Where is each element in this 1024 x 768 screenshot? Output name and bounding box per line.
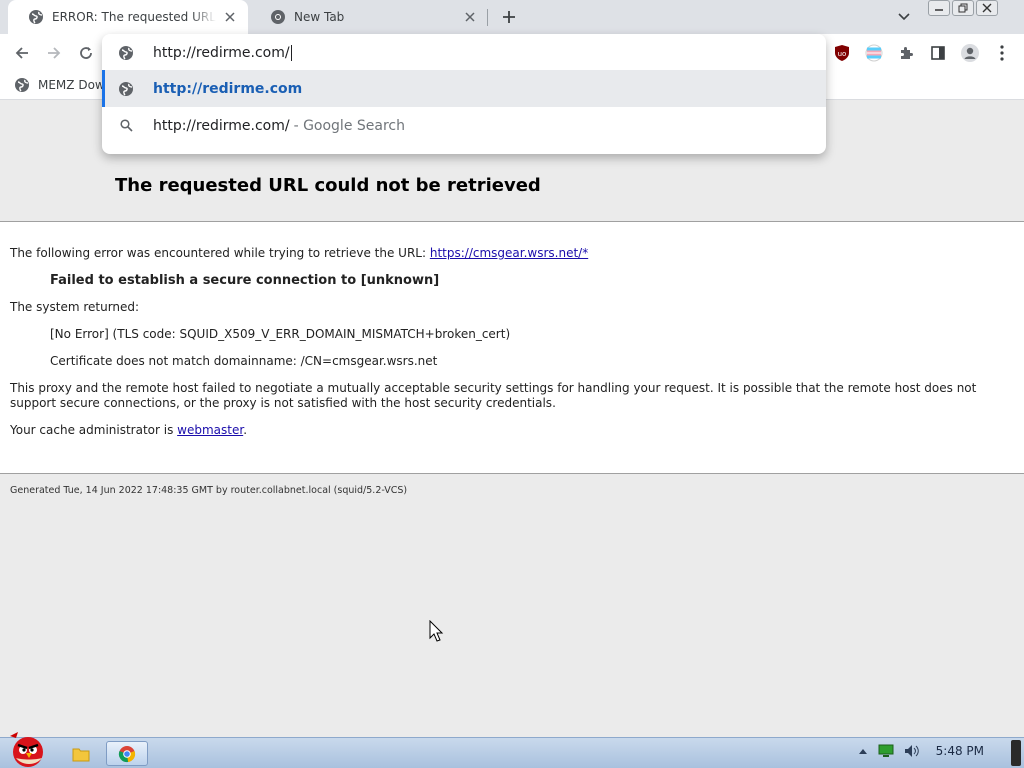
system-tray: 5:48 PM	[858, 744, 984, 758]
generated-footer: Generated Tue, 14 Jun 2022 17:48:35 GMT …	[10, 485, 408, 496]
arrow-left-icon	[15, 47, 28, 59]
volume-icon[interactable]	[904, 744, 920, 758]
system-returned-label: The system returned:	[10, 300, 140, 314]
close-window-button[interactable]	[976, 0, 998, 16]
admin-suffix: .	[243, 423, 248, 437]
taskbar-chrome[interactable]	[106, 741, 148, 766]
plus-icon	[503, 11, 515, 23]
angry-bird-icon	[10, 732, 43, 767]
minimize-icon	[935, 9, 943, 11]
error-box: The following error was encountered whil…	[0, 221, 1024, 474]
error-heading: Failed to establish a secure connection …	[50, 273, 440, 288]
globe-icon	[29, 10, 43, 24]
taskbar: 5:48 PM	[0, 732, 1024, 768]
chevron-down-icon	[898, 13, 910, 21]
chrome-icon	[271, 10, 285, 24]
restore-button[interactable]	[952, 0, 974, 16]
address-input[interactable]: http://redirme.com/	[153, 45, 292, 61]
explanation-line-1: This proxy and the remote host failed to…	[10, 381, 977, 395]
page-title: The requested URL could not be retrieved	[115, 175, 541, 196]
reload-icon	[80, 47, 92, 59]
text-caret	[290, 45, 292, 61]
sidepanel-icon[interactable]	[927, 42, 949, 64]
restore-icon	[958, 3, 968, 13]
puzzle-icon[interactable]	[895, 42, 917, 64]
page-content: The requested URL could not be retrieved…	[0, 101, 1024, 737]
tab-error[interactable]: ERROR: The requested URL could not be re…	[8, 0, 248, 34]
tab-title: ERROR: The requested URL could not be re…	[52, 10, 216, 24]
suggestion-text: http://redirme.com	[153, 80, 303, 97]
explanation-line-2: support secure connections, or the proxy…	[10, 396, 556, 410]
flag-extension-icon[interactable]	[863, 42, 885, 64]
intro-text: The following error was encountered whil…	[10, 246, 430, 260]
show-desktop-button[interactable]	[1011, 740, 1021, 766]
back-button[interactable]	[10, 41, 34, 65]
arrow-right-icon	[48, 47, 61, 59]
new-tab-button[interactable]	[498, 6, 520, 28]
reload-button[interactable]	[74, 41, 98, 65]
close-icon	[982, 3, 992, 13]
globe-icon	[118, 81, 134, 97]
close-icon[interactable]	[462, 9, 478, 25]
admin-text: Your cache administrator is	[10, 423, 178, 437]
intro-paragraph: The following error was encountered whil…	[10, 246, 588, 261]
tab-separator	[487, 9, 488, 26]
network-icon[interactable]	[878, 744, 894, 758]
tab-search-button[interactable]	[895, 8, 913, 26]
suggestion-url[interactable]: http://redirme.com	[102, 70, 826, 107]
certificate-detail: Certificate does not match domainname: /…	[50, 354, 438, 368]
search-icon	[118, 118, 134, 134]
tray-expand-icon[interactable]	[858, 747, 868, 755]
globe-icon	[119, 46, 133, 60]
forward-button[interactable]	[42, 41, 66, 65]
clock[interactable]: 5:48 PM	[936, 744, 984, 758]
address-input-value: http://redirme.com/	[153, 45, 290, 61]
error-url-link[interactable]: https://cmsgear.wsrs.net/*	[430, 246, 588, 260]
suggestion-subtext: - Google Search	[293, 117, 405, 134]
address-bar[interactable]: http://redirme.com/	[102, 36, 826, 70]
profile-icon[interactable]	[959, 42, 981, 64]
bookmark-memz[interactable]: MEMZ Dow	[14, 77, 105, 93]
mouse-cursor-icon	[429, 620, 444, 642]
chrome-icon	[118, 745, 136, 762]
suggestion-search[interactable]: http://redirme.com/ - Google Search	[102, 107, 826, 144]
window-controls	[928, 0, 998, 16]
ublock-icon[interactable]: uo	[831, 42, 853, 64]
start-button[interactable]	[2, 730, 50, 768]
tab-strip: ERROR: The requested URL could not be re…	[0, 0, 1024, 34]
svg-text:uo: uo	[838, 50, 847, 58]
tab-new-tab[interactable]: New Tab	[250, 0, 488, 34]
tab-title: New Tab	[294, 10, 345, 24]
suggestion-text: http://redirme.com/	[153, 117, 290, 134]
globe-icon	[15, 78, 29, 92]
taskbar-explorer[interactable]	[60, 741, 102, 766]
minimize-button[interactable]	[928, 0, 950, 16]
folder-icon	[72, 748, 90, 761]
omnibox-dropdown: http://redirme.com/ http://redirme.com h…	[102, 34, 826, 154]
menu-icon[interactable]	[991, 42, 1013, 64]
webmaster-link[interactable]: webmaster	[177, 423, 243, 437]
error-code: [No Error] (TLS code: SQUID_X509_V_ERR_D…	[50, 327, 511, 341]
bookmark-label: MEMZ Dow	[38, 78, 105, 92]
close-icon[interactable]	[222, 9, 238, 25]
admin-paragraph: Your cache administrator is webmaster.	[10, 423, 247, 438]
